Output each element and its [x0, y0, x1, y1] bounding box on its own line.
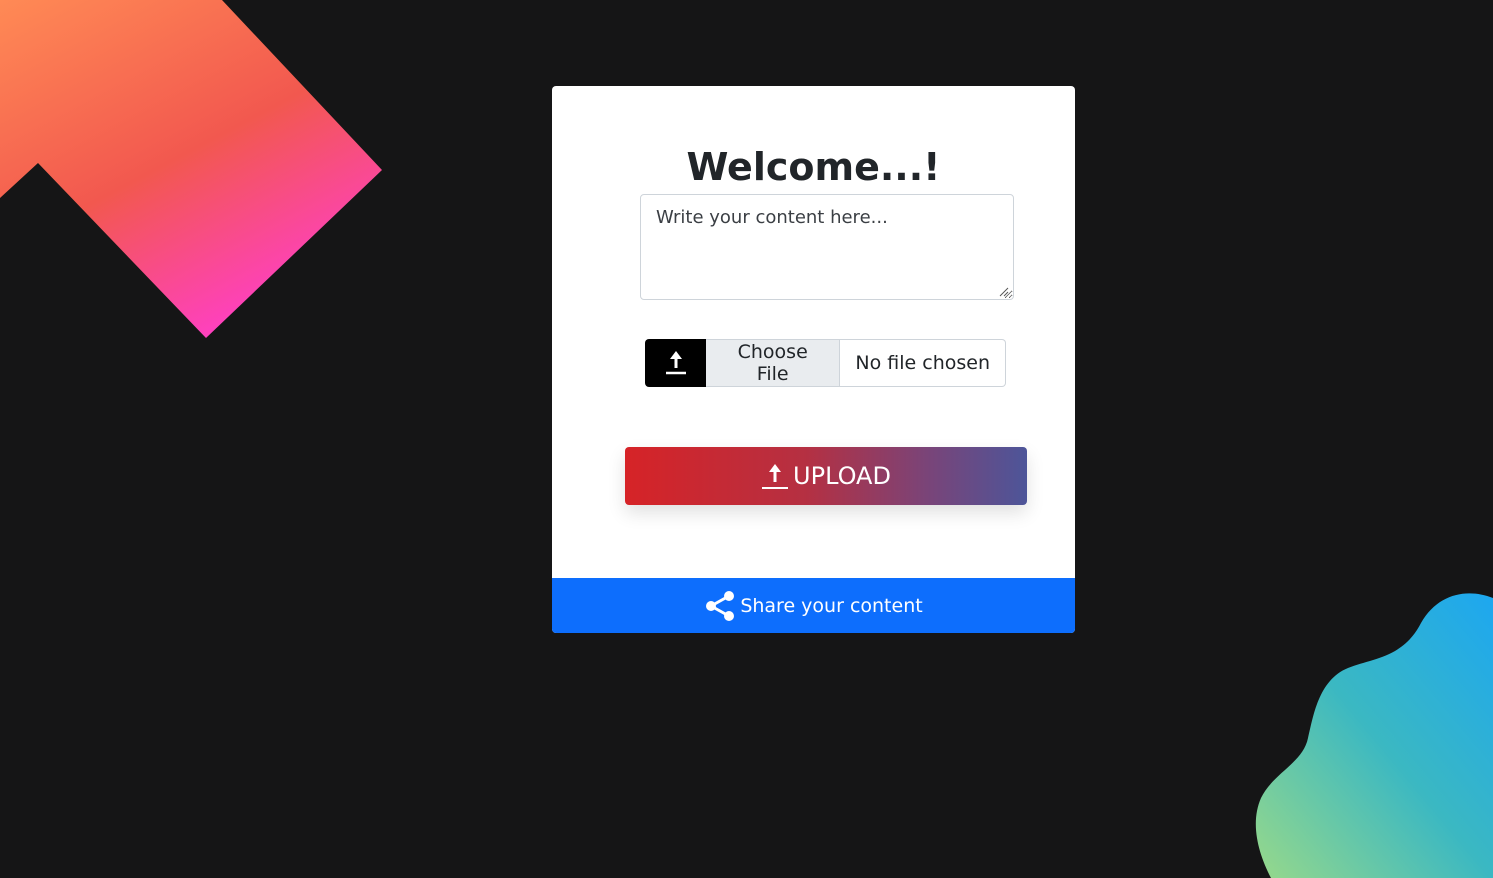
content-textarea[interactable]	[640, 194, 1014, 300]
resize-grip-icon[interactable]	[999, 287, 1009, 297]
upload-button-label: UPLOAD	[793, 462, 891, 490]
file-picker: Choose File No file chosen	[645, 339, 1006, 387]
file-upload-icon-box	[645, 339, 706, 387]
share-content-bar[interactable]: Share your content	[552, 578, 1075, 633]
decorative-chevron-shape	[0, 0, 382, 338]
choose-file-button[interactable]: Choose File	[706, 340, 841, 386]
upload-card: Welcome...! Choose File No file chosen	[552, 86, 1075, 633]
upload-icon	[762, 464, 789, 489]
card-title: Welcome...!	[686, 145, 941, 189]
page-background: Welcome...! Choose File No file chosen	[0, 0, 1493, 878]
upload-icon	[665, 351, 686, 375]
share-icon	[706, 590, 735, 621]
upload-button[interactable]: UPLOAD	[625, 447, 1027, 505]
file-input: Choose File No file chosen	[706, 339, 1006, 387]
decorative-blob-shape	[1255, 593, 1493, 878]
share-bar-label: Share your content	[740, 594, 923, 617]
file-status-text: No file chosen	[855, 352, 990, 374]
